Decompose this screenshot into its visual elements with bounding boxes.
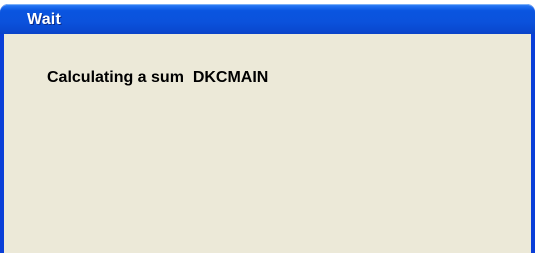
status-message: Calculating a sum DKCMAIN xyxy=(47,69,269,86)
window-title: Wait xyxy=(27,11,61,28)
title-bar[interactable]: Wait xyxy=(0,4,535,34)
wait-dialog-window: Wait xyxy=(0,4,535,253)
dialog-client-area xyxy=(4,34,531,253)
